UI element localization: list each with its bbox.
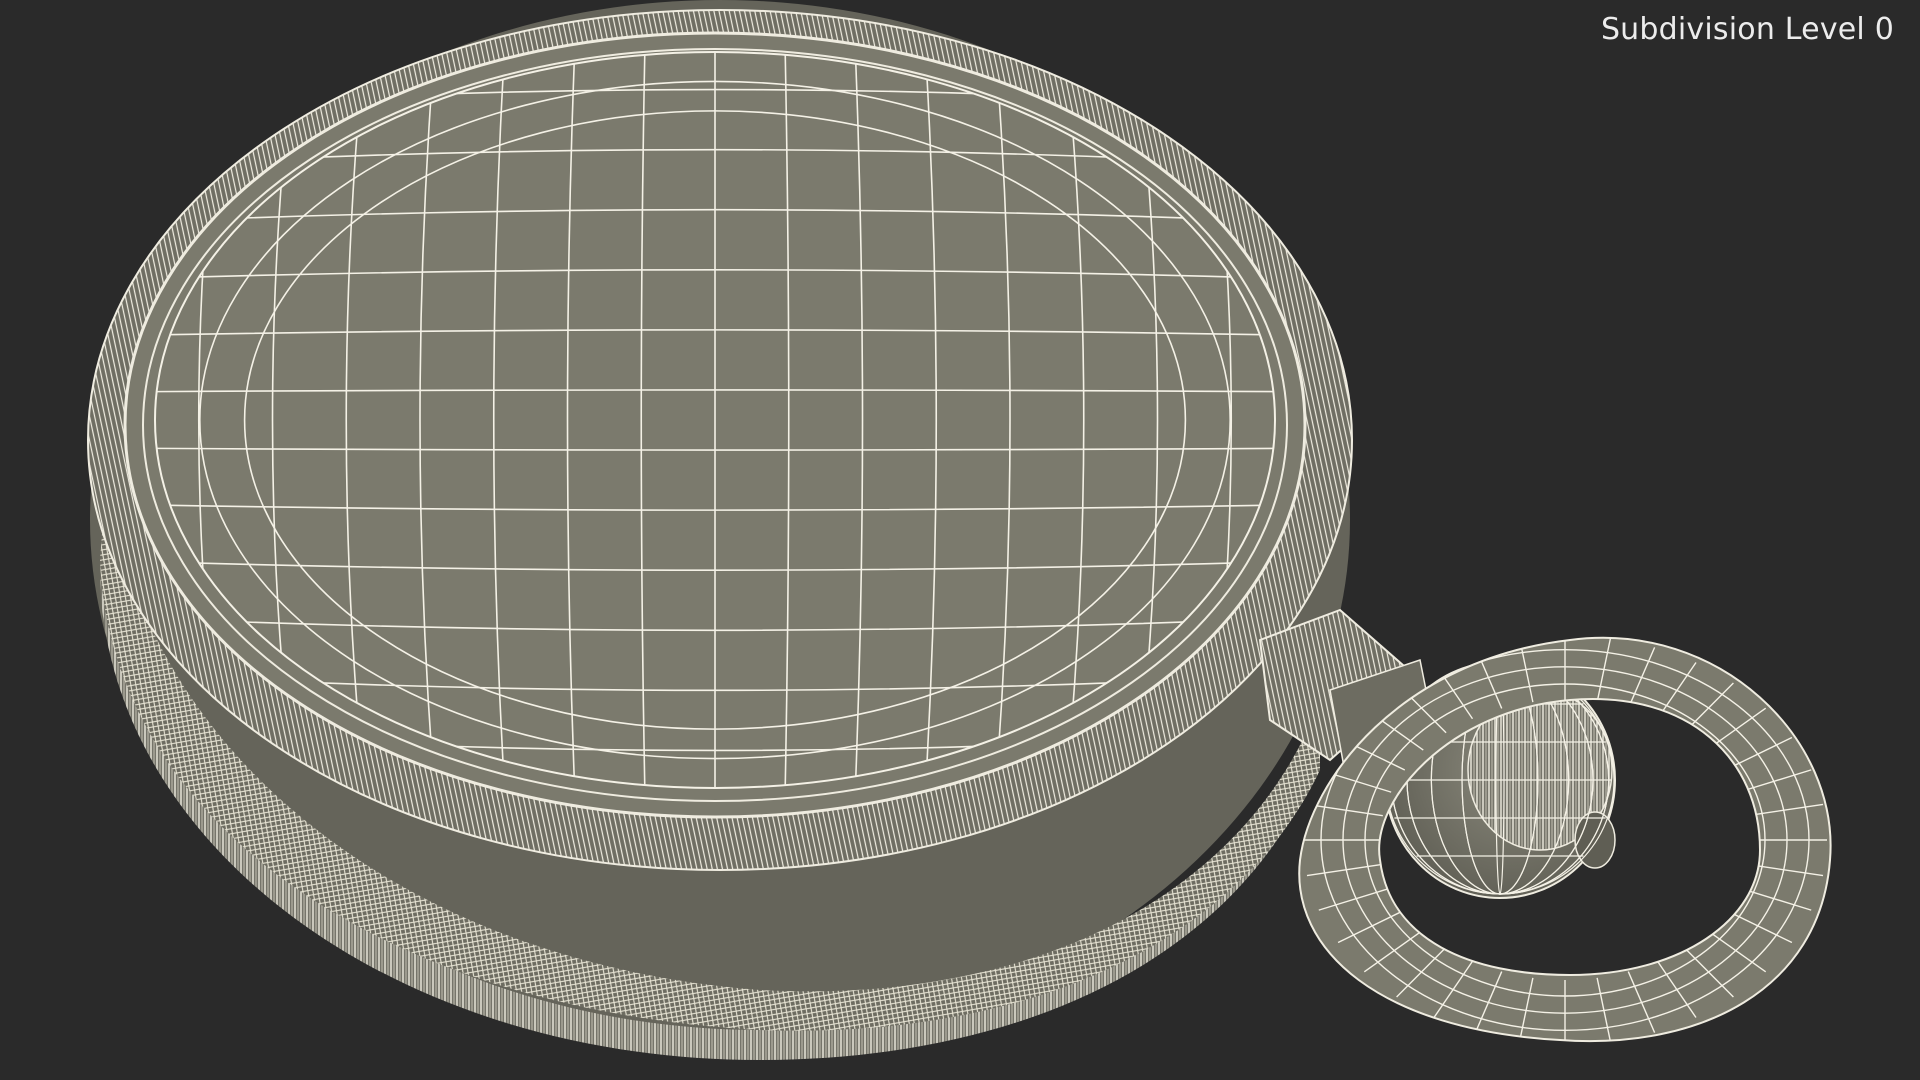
subdivision-level-label: Subdivision Level 0 (1600, 12, 1894, 47)
3d-viewport[interactable]: Subdivision Level 0 (0, 0, 1920, 1080)
pocket-watch-wireframe (87, 0, 1832, 1060)
